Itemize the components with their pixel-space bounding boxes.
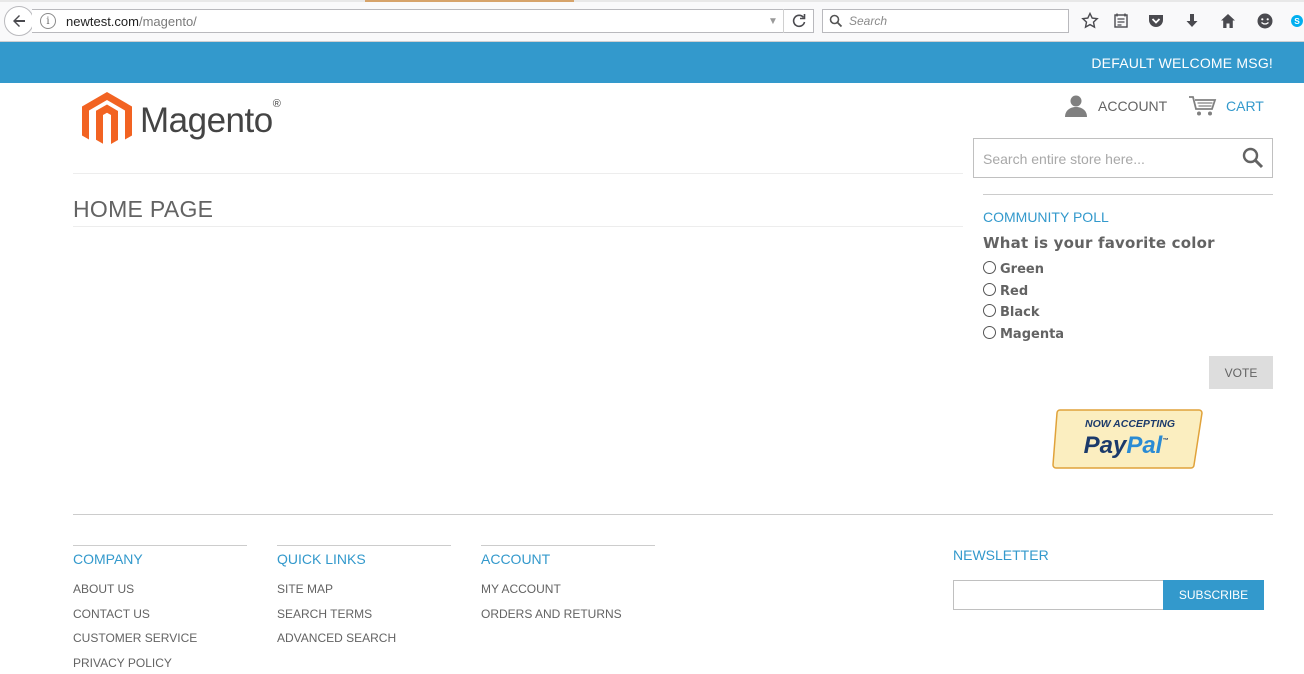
paypal-line1: NOW ACCEPTING bbox=[1085, 418, 1175, 430]
page-title: HOME PAGE bbox=[73, 196, 214, 222]
pocket-icon[interactable] bbox=[1146, 11, 1166, 31]
poll-option-black[interactable]: Black bbox=[983, 304, 1040, 320]
bookmark-star-icon[interactable] bbox=[1080, 11, 1100, 31]
footer-col-rule bbox=[481, 545, 655, 546]
svg-text:S: S bbox=[1294, 16, 1300, 26]
account-link[interactable]: ACCOUNT bbox=[1064, 95, 1167, 117]
user-icon bbox=[1065, 95, 1087, 117]
home-icon[interactable] bbox=[1218, 11, 1238, 31]
logo-wordmark: Magento® bbox=[140, 98, 281, 140]
paypal-badge[interactable]: NOW ACCEPTING PayPal™ bbox=[1052, 408, 1203, 470]
skype-icon[interactable]: S bbox=[1290, 11, 1304, 31]
cart-label: CART bbox=[1226, 98, 1264, 114]
welcome-message: DEFAULT WELCOME MSG! bbox=[1091, 55, 1273, 71]
radio-button[interactable] bbox=[983, 261, 996, 274]
footer-heading-account: ACCOUNT bbox=[481, 551, 551, 567]
smiley-icon[interactable] bbox=[1255, 11, 1275, 31]
subscribe-button[interactable]: SUBSCRIBE bbox=[1163, 580, 1264, 610]
footer-link-about-us[interactable]: ABOUT US bbox=[73, 582, 134, 596]
welcome-bar: DEFAULT WELCOME MSG! bbox=[0, 42, 1304, 83]
dropdown-arrow-icon[interactable]: ▼ bbox=[763, 16, 783, 27]
search-icon[interactable] bbox=[1242, 147, 1264, 169]
cart-icon bbox=[1189, 96, 1217, 116]
cart-link[interactable]: CART bbox=[1188, 95, 1264, 117]
footer-heading-company: COMPANY bbox=[73, 551, 143, 567]
header-divider bbox=[73, 173, 963, 174]
footer-link-privacy-policy[interactable]: PRIVACY POLICY bbox=[73, 656, 172, 670]
newsletter-email-input[interactable] bbox=[953, 580, 1164, 610]
magento-logo-icon bbox=[82, 92, 132, 144]
newsletter-heading: NEWSLETTER bbox=[953, 547, 1049, 563]
footer-divider bbox=[73, 514, 1273, 515]
paypal-wordmark: PayPal™ bbox=[1084, 432, 1169, 459]
back-button[interactable] bbox=[4, 6, 34, 36]
radio-button[interactable] bbox=[983, 304, 996, 317]
download-icon[interactable] bbox=[1182, 11, 1202, 31]
poll-option-magenta[interactable]: Magenta bbox=[983, 326, 1064, 342]
reload-button[interactable] bbox=[783, 9, 813, 33]
footer-col-rule bbox=[277, 545, 451, 546]
vote-button[interactable]: VOTE bbox=[1209, 356, 1273, 389]
poll-option-green[interactable]: Green bbox=[983, 261, 1044, 277]
footer-link-orders-and-returns[interactable]: ORDERS AND RETURNS bbox=[481, 607, 622, 621]
poll-question: What is your favorite color bbox=[983, 234, 1215, 252]
url-text[interactable]: newtest.com/magento/ bbox=[66, 14, 763, 29]
footer-heading-quick-links: QUICK LINKS bbox=[277, 551, 366, 567]
radio-button[interactable] bbox=[983, 326, 996, 339]
site-logo[interactable]: Magento® bbox=[82, 92, 281, 150]
footer-col-rule bbox=[73, 545, 247, 546]
poll-option-red[interactable]: Red bbox=[983, 283, 1028, 299]
reading-list-icon[interactable] bbox=[1111, 11, 1131, 31]
registered-mark: ® bbox=[272, 98, 281, 111]
footer-link-advanced-search[interactable]: ADVANCED SEARCH bbox=[277, 631, 396, 645]
store-search-placeholder: Search entire store here... bbox=[983, 151, 1145, 167]
footer-link-contact-us[interactable]: CONTACT US bbox=[73, 607, 150, 621]
poll-divider bbox=[983, 194, 1273, 195]
store-search-input[interactable]: Search entire store here... bbox=[973, 138, 1273, 178]
address-bar[interactable]: i newtest.com/magento/ ▼ bbox=[32, 9, 814, 33]
footer-link-my-account[interactable]: MY ACCOUNT bbox=[481, 582, 561, 596]
search-icon bbox=[829, 14, 843, 28]
footer-link-customer-service[interactable]: CUSTOMER SERVICE bbox=[73, 631, 197, 645]
back-arrow-icon bbox=[13, 15, 25, 27]
footer-link-search-terms[interactable]: SEARCH TERMS bbox=[277, 607, 372, 621]
browser-toolbar: i newtest.com/magento/ ▼ Search S bbox=[0, 0, 1304, 42]
radio-button[interactable] bbox=[983, 283, 996, 296]
browser-search-bar[interactable]: Search bbox=[822, 9, 1069, 33]
account-label: ACCOUNT bbox=[1098, 98, 1168, 114]
reload-icon bbox=[792, 14, 805, 28]
poll-heading: COMMUNITY POLL bbox=[983, 209, 1109, 225]
tab-strip-edge bbox=[0, 0, 1304, 2]
info-icon[interactable]: i bbox=[40, 13, 56, 29]
browser-search-placeholder: Search bbox=[849, 14, 888, 28]
title-divider bbox=[73, 226, 963, 227]
footer-link-site-map[interactable]: SITE MAP bbox=[277, 582, 333, 596]
